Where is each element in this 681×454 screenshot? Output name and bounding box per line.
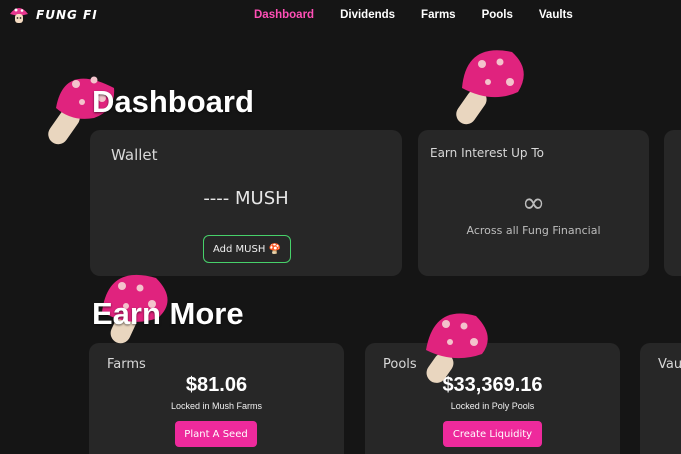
create-liquidity-button[interactable]: Create Liquidity [443,421,542,447]
nav-link-pools[interactable]: Pools [482,9,513,21]
pools-caption: Locked in Poly Pools [450,401,535,411]
nav-link-dividends[interactable]: Dividends [340,9,395,21]
farms-caption: Locked in Mush Farms [170,401,263,411]
mushroom-decoration-icon [456,50,524,125]
top-nav: FUNG FI Dashboard Dividends Farms Pools … [0,0,681,32]
vaults-card-title: Vau [658,357,681,372]
nav-links: Dashboard Dividends Farms Pools Vaults [254,9,599,21]
pools-card-title: Pools [383,357,417,372]
infinity-value: ∞ [521,186,546,219]
wallet-balance: ---- MUSH [203,188,289,209]
farms-card: Farms $81.06 Locked in Mush Farms Plant … [89,343,344,454]
page-title: Dashboard [92,84,254,119]
interest-card: Earn Interest Up To ∞ Across all Fung Fi… [418,130,649,276]
interest-card-title: Earn Interest Up To [430,146,544,160]
interest-caption: Across all Fung Financial [466,224,601,237]
plant-a-seed-button[interactable]: Plant A Seed [175,421,257,447]
brand-logo[interactable]: FUNG FI [8,4,98,26]
wallet-card: Wallet ---- MUSH Add MUSH 🍄 [90,130,402,276]
partial-card-right [664,130,681,276]
farms-tvl: $81.06 [185,374,248,396]
earn-more-title: Earn More [92,296,244,331]
add-mush-button[interactable]: Add MUSH 🍄 [203,235,291,263]
vaults-card: Vau [640,343,681,454]
nav-link-farms[interactable]: Farms [421,9,456,21]
farms-card-title: Farms [107,357,146,372]
mushroom-decoration-icon [426,313,488,383]
nav-link-dashboard[interactable]: Dashboard [254,9,314,21]
mushroom-logo-icon [10,8,28,23]
nav-link-vaults[interactable]: Vaults [539,9,573,21]
brand-name: FUNG FI [36,8,98,22]
